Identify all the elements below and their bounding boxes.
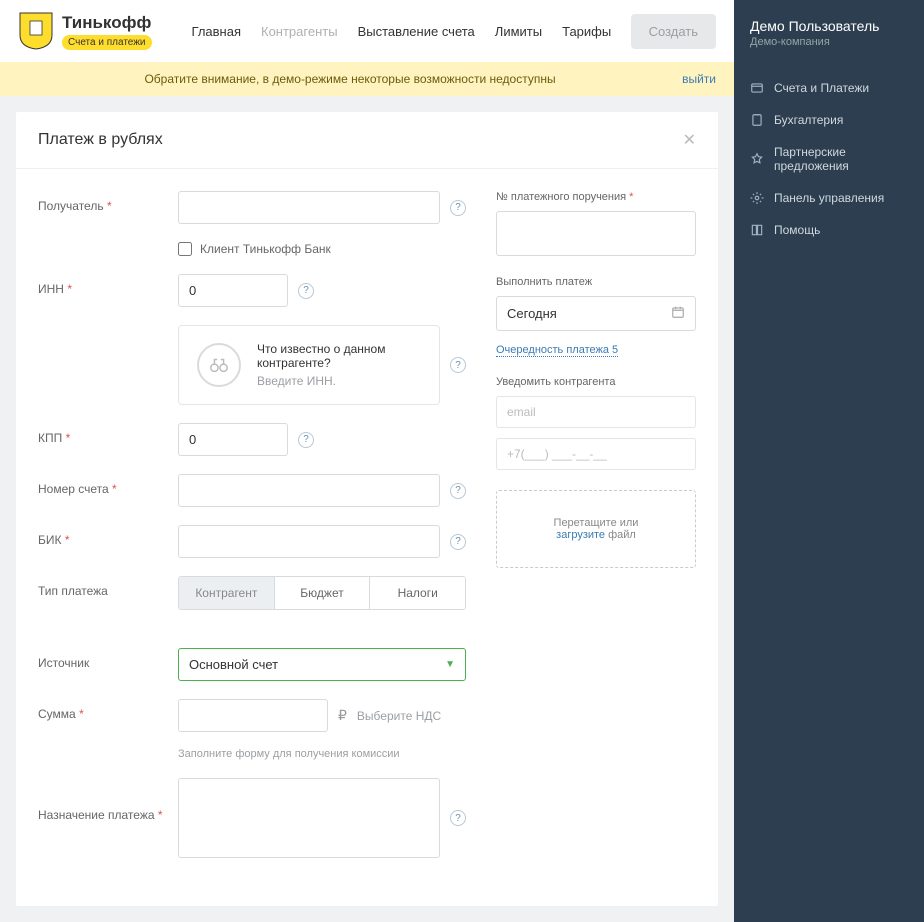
- sidebar-item-accounting[interactable]: Бухгалтерия: [734, 104, 924, 136]
- shield-icon: [18, 11, 54, 51]
- pay-type-segment: Контрагент Бюджет Налоги: [178, 576, 466, 610]
- payment-panel: Платеж в рублях ✕ Получатель * ?: [16, 112, 718, 906]
- ruble-icon: ₽: [338, 707, 347, 724]
- help-icon[interactable]: ?: [450, 200, 466, 216]
- bik-input[interactable]: [178, 525, 440, 558]
- seg-counterparty[interactable]: Контрагент: [179, 577, 274, 609]
- user-company: Демо-компания: [750, 36, 908, 48]
- help-icon[interactable]: ?: [450, 483, 466, 499]
- help-icon[interactable]: ?: [298, 432, 314, 448]
- nav-invoicing[interactable]: Выставление счета: [358, 24, 475, 39]
- account-no-input[interactable]: [178, 474, 440, 507]
- label-notify: Уведомить контрагента: [496, 376, 696, 388]
- client-tinkoff-checkbox[interactable]: Клиент Тинькофф Банк: [178, 242, 466, 256]
- nav-tariffs[interactable]: Тарифы: [562, 24, 611, 39]
- create-button[interactable]: Создать: [631, 14, 716, 49]
- counterparty-info-card: Что известно о данном контрагенте? Введи…: [178, 325, 440, 405]
- star-icon: [750, 152, 764, 166]
- main-nav: Главная Контрагенты Выставление счета Ли…: [192, 24, 612, 39]
- brand-badge: Счета и платежи: [62, 35, 152, 50]
- nav-limits[interactable]: Лимиты: [495, 24, 542, 39]
- banner-text: Обратите внимание, в демо-режиме некотор…: [18, 72, 682, 86]
- sidebar: Демо Пользователь Демо-компания Счета и …: [734, 0, 924, 922]
- binoculars-icon: [197, 343, 241, 387]
- info-question: Что известно о данном контрагенте?: [257, 342, 421, 370]
- upload-link[interactable]: загрузите: [556, 529, 605, 541]
- seg-taxes[interactable]: Налоги: [369, 577, 465, 609]
- source-select[interactable]: Основной счет ▼: [178, 648, 466, 681]
- label-inn: ИНН *: [38, 274, 178, 296]
- demo-banner: Обратите внимание, в демо-режиме некотор…: [0, 62, 734, 96]
- brand-name: Тинькофф: [62, 13, 152, 33]
- recipient-input[interactable]: [178, 191, 440, 224]
- wallet-icon: [750, 81, 764, 95]
- label-amount: Сумма *: [38, 699, 178, 721]
- book-icon: [750, 223, 764, 237]
- nav-counterparties[interactable]: Контрагенты: [261, 24, 338, 39]
- label-pay-type: Тип платежа: [38, 576, 178, 598]
- calendar-icon: [671, 305, 685, 322]
- sidebar-item-help[interactable]: Помощь: [734, 214, 924, 246]
- vat-link[interactable]: Выберите НДС: [357, 709, 441, 723]
- label-bik: БИК *: [38, 525, 178, 547]
- label-purpose: Назначение платежа *: [38, 778, 178, 822]
- amount-input[interactable]: [178, 699, 328, 732]
- label-order-no: № платежного поручения *: [496, 191, 696, 203]
- help-icon[interactable]: ?: [298, 283, 314, 299]
- sidebar-item-partners[interactable]: Партнерские предложения: [734, 136, 924, 182]
- close-icon[interactable]: ✕: [683, 130, 696, 150]
- user-name: Демо Пользователь: [750, 18, 908, 34]
- gear-icon: [750, 191, 764, 205]
- label-source: Источник: [38, 648, 178, 670]
- notify-email-input[interactable]: email: [496, 396, 696, 428]
- file-dropzone[interactable]: Перетащите или загрузите файл: [496, 490, 696, 568]
- exit-link[interactable]: выйти: [682, 72, 716, 86]
- help-icon[interactable]: ?: [450, 534, 466, 550]
- info-hint: Введите ИНН.: [257, 374, 421, 388]
- kpp-input[interactable]: [178, 423, 288, 456]
- nav-home[interactable]: Главная: [192, 24, 241, 39]
- help-icon[interactable]: ?: [450, 357, 466, 373]
- header: Тинькофф Счета и платежи Главная Контраг…: [0, 0, 734, 62]
- order-no-input[interactable]: [496, 211, 696, 256]
- label-execute: Выполнить платеж: [496, 276, 696, 288]
- label-kpp: КПП *: [38, 423, 178, 445]
- sidebar-item-admin[interactable]: Панель управления: [734, 182, 924, 214]
- execute-date-input[interactable]: Сегодня: [496, 296, 696, 331]
- priority-link[interactable]: Очередность платежа 5: [496, 344, 618, 357]
- sidebar-item-accounts[interactable]: Счета и Платежи: [734, 72, 924, 104]
- seg-budget[interactable]: Бюджет: [274, 577, 370, 609]
- clipboard-icon: [750, 113, 764, 127]
- notify-phone-input[interactable]: +7(___) ___-__-__: [496, 438, 696, 470]
- client-tinkoff-box[interactable]: [178, 242, 192, 256]
- label-account-no: Номер счета *: [38, 474, 178, 496]
- inn-input[interactable]: [178, 274, 288, 307]
- label-recipient: Получатель *: [38, 191, 178, 213]
- chevron-down-icon: ▼: [445, 659, 455, 670]
- panel-title: Платеж в рублях: [38, 131, 163, 149]
- purpose-textarea[interactable]: [178, 778, 440, 858]
- logo[interactable]: Тинькофф Счета и платежи: [18, 11, 152, 51]
- help-icon[interactable]: ?: [450, 810, 466, 826]
- fee-hint: Заполните форму для получения комиссии: [178, 748, 466, 760]
